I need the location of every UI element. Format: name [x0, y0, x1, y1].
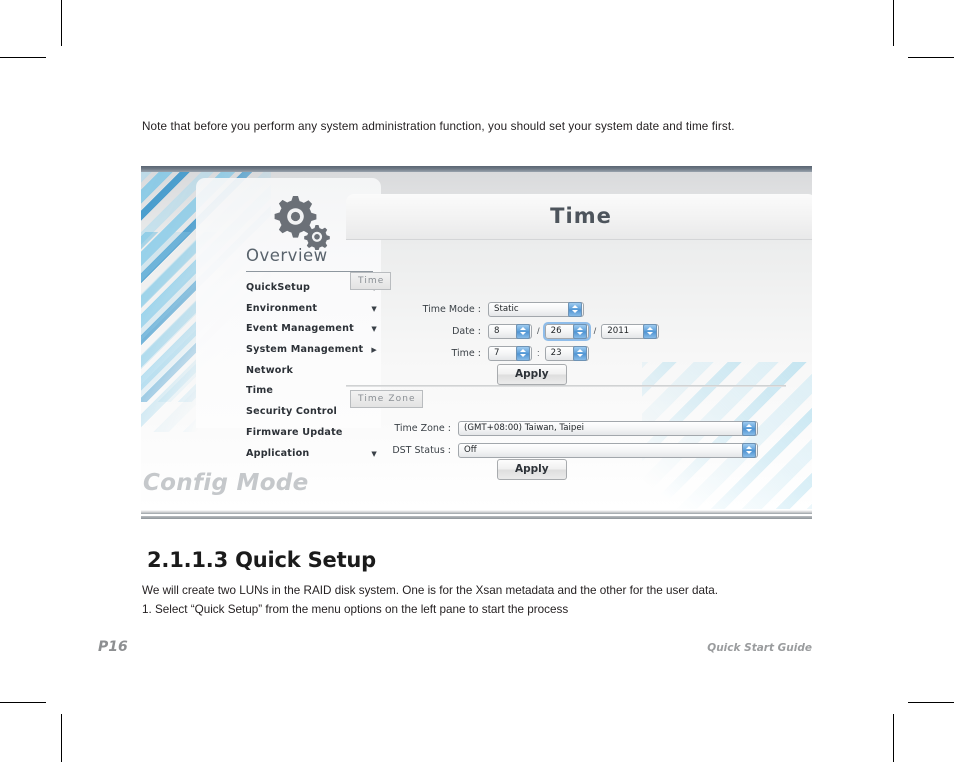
time-hour-stepper[interactable]: 7: [488, 345, 532, 361]
section-tab-time[interactable]: Time: [350, 272, 392, 290]
page-header: Time: [346, 194, 812, 240]
figure-body: Overview QuickSetup ▼ Environment ▼ Even…: [141, 172, 812, 509]
crop-mark-top-left-vertical: [61, 0, 62, 46]
device-web-ui-screenshot: Overview QuickSetup ▼ Environment ▼ Even…: [141, 166, 812, 521]
crop-mark-bottom-left-horizontal: [0, 702, 46, 703]
time-separator: :: [537, 347, 540, 359]
form-row-dst-status: DST Status : Off: [371, 441, 758, 459]
crop-mark-top-left-horizontal: [0, 57, 46, 58]
crop-mark-bottom-right-horizontal: [908, 702, 954, 703]
date-day-value: 26: [550, 326, 562, 336]
form-row-timezone: Time Zone : (GMT+08:00) Taiwan, Taipei: [371, 419, 758, 437]
date-year-value: 2011: [607, 326, 630, 336]
timezone-label: Time Zone :: [394, 422, 451, 434]
stepper-arrows-icon[interactable]: [742, 442, 756, 458]
stepper-arrows-icon[interactable]: [568, 301, 582, 317]
apply-button-timezone[interactable]: Apply: [497, 459, 567, 480]
stepper-arrows-icon[interactable]: [572, 345, 587, 361]
sidebar-item-label: Time: [246, 385, 274, 397]
timezone-settings-form: Time Zone : (GMT+08:00) Taiwan, Taipei D…: [371, 419, 758, 463]
timezone-select[interactable]: (GMT+08:00) Taiwan, Taipei: [458, 420, 758, 436]
time-mode-select[interactable]: Static: [488, 301, 584, 317]
dst-status-label: DST Status :: [392, 444, 451, 456]
sidebar-title: Overview: [246, 246, 328, 265]
body-paragraph-1: We will create two LUNs in the RAID disk…: [142, 584, 718, 597]
stepper-arrows-icon[interactable]: [643, 323, 658, 339]
crop-mark-bottom-left-vertical: [61, 714, 62, 762]
time-hour-value: 7: [494, 348, 500, 358]
date-day-stepper[interactable]: 26: [542, 321, 591, 341]
page-section-heading: 2.1.1.3 Quick Setup: [147, 548, 377, 572]
time-minute-value: 23: [550, 348, 562, 358]
footer-page-number: P16: [98, 639, 128, 655]
sidebar-item-label: Security Control: [246, 406, 337, 418]
apply-button-time[interactable]: Apply: [497, 364, 567, 385]
stepper-arrows-icon[interactable]: [516, 345, 530, 361]
crop-mark-bottom-right-vertical: [893, 714, 894, 762]
stepper-arrows-icon[interactable]: [572, 323, 587, 339]
form-row-date: Date : 8 / 26 / 2011: [401, 321, 660, 341]
time-mode-label: Time Mode :: [422, 303, 481, 315]
crop-mark-top-right-horizontal: [908, 57, 954, 58]
sidebar-item-label: Environment: [246, 302, 318, 314]
section-divider: [346, 385, 786, 387]
form-row-time-mode: Time Mode : Static: [401, 300, 659, 318]
time-label: Time :: [451, 347, 481, 359]
sidebar-item-label: Firmware Update: [246, 426, 343, 438]
time-mode-value: Static: [494, 304, 519, 314]
timezone-value: (GMT+08:00) Taiwan, Taipei: [464, 423, 585, 433]
form-row-time: Time : 7 : 23: [401, 344, 659, 362]
stepper-arrows-icon[interactable]: [516, 323, 530, 339]
sidebar-item-label: Event Management: [246, 323, 354, 335]
date-month-value: 8: [494, 326, 500, 336]
date-year-stepper[interactable]: 2011: [601, 323, 660, 339]
section-tab-time-zone[interactable]: Time Zone: [350, 390, 423, 408]
sidebar-item-label: QuickSetup: [246, 282, 311, 293]
time-minute-stepper[interactable]: 23: [544, 345, 589, 361]
footer-guide-title: Quick Start Guide: [707, 642, 812, 654]
time-settings-form: Time Mode : Static Date : 8 / 26 / 2011 …: [401, 300, 660, 366]
gears-icon: [270, 192, 332, 251]
stepper-arrows-icon[interactable]: [742, 420, 756, 436]
crop-mark-top-right-vertical: [893, 0, 894, 46]
date-separator-2: /: [593, 325, 597, 337]
date-month-stepper[interactable]: 8: [488, 323, 532, 339]
date-label: Date :: [452, 325, 481, 337]
page-title: Time: [550, 204, 612, 228]
dst-status-select[interactable]: Off: [458, 442, 758, 458]
content-panel: Time Time Time Mode : Static Date : 8 / …: [346, 178, 812, 509]
config-mode-watermark: Config Mode: [143, 470, 309, 496]
sidebar-item-label: Network: [246, 364, 294, 376]
sidebar-item-label: Application: [246, 447, 310, 459]
date-separator-1: /: [537, 325, 540, 337]
dst-status-value: Off: [464, 445, 477, 455]
intro-note: Note that before you perform any system …: [142, 120, 735, 133]
body-paragraph-2: 1. Select “Quick Setup” from the menu op…: [142, 603, 569, 616]
figure-bottom-rule: [141, 509, 812, 521]
